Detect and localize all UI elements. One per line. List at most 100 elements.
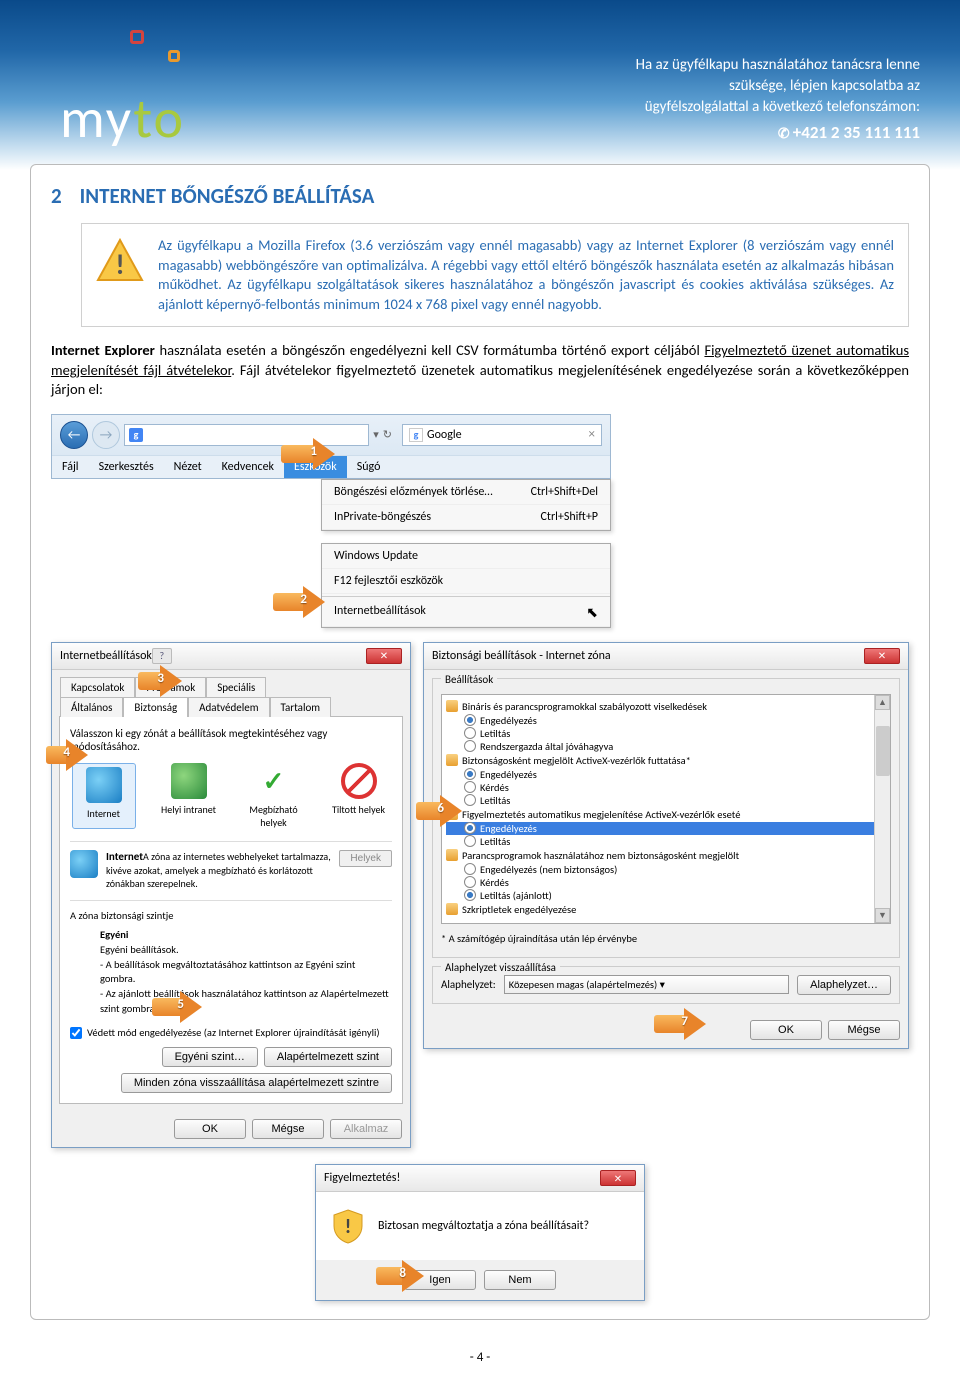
- step-arrow-1: 1: [281, 438, 335, 470]
- help-button[interactable]: ?: [152, 648, 172, 664]
- ok-button[interactable]: OK: [750, 1020, 822, 1040]
- step-arrow-5: 5: [152, 991, 202, 1023]
- reset-label: Alaphelyzet:: [441, 978, 496, 991]
- close-button[interactable]: ✕: [864, 648, 900, 664]
- tab-general[interactable]: Általános: [60, 697, 123, 717]
- menu-file[interactable]: Fájl: [52, 456, 89, 478]
- security-level-desc: Egyéni Egyéni beállítások. - A beállítás…: [100, 928, 392, 1016]
- header-contact: Ha az ügyfélkapu használatához tanácsra …: [636, 55, 920, 145]
- dd-inprivate[interactable]: InPrivate-böngészésCtrl+Shift+P: [322, 505, 610, 530]
- radio-enable-highlighted[interactable]: Engedélyezés: [446, 822, 886, 835]
- restart-note: * A számítógép újraindítása után lép érv…: [441, 932, 891, 945]
- step-arrow-3: 3: [138, 665, 182, 697]
- setting-header: Szkriptletek engedélyezése: [446, 902, 886, 917]
- radio-disable[interactable]: Letiltás: [446, 835, 886, 848]
- warning-text: Az ügyfélkapu a Mozilla Firefox (3.6 ver…: [158, 236, 894, 314]
- tab-advanced[interactable]: Speciális: [206, 677, 266, 697]
- setting-header: Biztonságosként megjelölt ActiveX-vezérl…: [446, 753, 886, 768]
- tab-close-icon[interactable]: ×: [589, 427, 595, 442]
- radio-enable-unsafe[interactable]: Engedélyezés (nem biztonságos): [446, 863, 886, 876]
- tools-dropdown-2: Windows Update F12 fejlesztői eszközök I…: [321, 543, 611, 628]
- menu-edit[interactable]: Szerkesztés: [89, 456, 164, 478]
- svg-text:!: !: [115, 247, 124, 282]
- radio-prompt[interactable]: Kérdés: [446, 781, 886, 794]
- tab-connections[interactable]: Kapcsolatok: [60, 677, 135, 697]
- tab-content[interactable]: Tartalom: [270, 697, 332, 717]
- reset-select[interactable]: Közepesen magas (alapértelmezés) ▾: [504, 975, 789, 994]
- tab-security[interactable]: Biztonság: [123, 697, 188, 717]
- apply-button[interactable]: Alkalmaz: [330, 1119, 402, 1139]
- tab-privacy[interactable]: Adatvédelem: [188, 697, 269, 717]
- back-button[interactable]: ←: [60, 421, 88, 449]
- zone-trusted[interactable]: ✓Megbízható helyek: [242, 763, 306, 829]
- dd-f12[interactable]: F12 fejlesztői eszközök: [322, 569, 610, 594]
- setting-header: Bináris és parancsprogramokkal szabályoz…: [446, 699, 886, 714]
- menu-help[interactable]: Súgó: [347, 456, 391, 478]
- dd-windows-update[interactable]: Windows Update: [322, 544, 610, 569]
- protected-mode-checkbox[interactable]: Védett mód engedélyezése (az Internet Ex…: [70, 1026, 392, 1039]
- settings-listbox[interactable]: Bináris és parancsprogramokkal szabályoz…: [441, 694, 891, 924]
- zone-restricted[interactable]: Tiltott helyek: [327, 763, 391, 829]
- reset-all-zones-button[interactable]: Minden zóna visszaállítása alapértelmeze…: [121, 1073, 392, 1093]
- cancel-button[interactable]: Mégse: [828, 1020, 900, 1040]
- radio-admin[interactable]: Rendszergazda által jóváhagyva: [446, 740, 886, 753]
- zone-intranet[interactable]: Helyi intranet: [157, 763, 221, 829]
- dialog-titlebar: Biztonsági beállítások - Internet zóna ✕: [424, 643, 908, 670]
- zone-description: InternetA zóna az internetes webhelyeket…: [106, 850, 331, 890]
- sites-button[interactable]: Helyek: [339, 850, 392, 867]
- setting-header: Parancsprogramok használatához nem bizto…: [446, 848, 886, 863]
- radio-disable-recommended[interactable]: Letiltás (ajánlott): [446, 889, 886, 902]
- scrollbar[interactable]: ▲ ▼: [874, 695, 890, 923]
- close-button[interactable]: ✕: [366, 648, 402, 664]
- logo-text: myto: [60, 85, 185, 153]
- phone-number: +421 2 35 111 111: [636, 121, 920, 145]
- zone-internet[interactable]: Internet: [72, 763, 136, 829]
- setting-header: Figyelmeztetés automatikus megjelenítése…: [446, 807, 886, 822]
- reset-group: Alaphelyzet visszaállítása Alaphelyzet: …: [432, 966, 900, 1004]
- page-header: myto Ha az ügyfélkapu használatához taná…: [0, 0, 960, 170]
- page-number: - 4 -: [0, 1350, 960, 1375]
- reset-group-label: Alaphelyzet visszaállítása: [441, 961, 560, 974]
- dd-internet-options[interactable]: Internetbeállítások⬉: [322, 599, 610, 627]
- ok-button[interactable]: OK: [174, 1119, 246, 1139]
- content-card: 2INTERNET BŐNGÉSZŐ BEÁLLÍTÁSA ! Az ügyfé…: [30, 164, 930, 1320]
- step-arrow-8: 8: [376, 1260, 424, 1292]
- security-settings-dialog: Biztonsági beállítások - Internet zóna ✕…: [423, 642, 909, 1049]
- reset-button[interactable]: Alaphelyzet…: [797, 975, 891, 995]
- browser-tab[interactable]: gGoogle×: [402, 424, 602, 446]
- step-arrow-2: 2: [273, 586, 325, 618]
- no-button[interactable]: Nem: [484, 1270, 556, 1290]
- radio-disable[interactable]: Letiltás: [446, 794, 886, 807]
- body-paragraph: Internet Explorer használata esetén a bö…: [51, 341, 909, 400]
- tab-strip: Kapcsolatok Programok Speciális Általáno…: [52, 670, 410, 716]
- tools-dropdown: Böngészési előzmények törlése…Ctrl+Shift…: [321, 479, 611, 531]
- radio-enable[interactable]: Engedélyezés: [446, 768, 886, 781]
- radio-prompt[interactable]: Kérdés: [446, 876, 886, 889]
- step-arrow-4: 4: [46, 739, 88, 771]
- forward-button[interactable]: →: [92, 421, 120, 449]
- close-button[interactable]: ✕: [600, 1170, 636, 1186]
- dialog-titlebar: Figyelmeztetés! ✕: [316, 1165, 644, 1192]
- menu-view[interactable]: Nézet: [164, 456, 212, 478]
- logo-dot-red: [130, 30, 144, 44]
- confirm-dialog: Figyelmeztetés! ✕ ! Biztosan megváltozta…: [315, 1164, 645, 1301]
- cancel-button[interactable]: Mégse: [252, 1119, 324, 1139]
- default-level-button[interactable]: Alapértelmezett szint: [264, 1047, 392, 1067]
- section-title: 2INTERNET BŐNGÉSZŐ BEÁLLÍTÁSA: [51, 183, 909, 209]
- settings-group-label: Beállítások: [441, 673, 497, 686]
- radio-enable[interactable]: Engedélyezés: [446, 714, 886, 727]
- warning-box: ! Az ügyfélkapu a Mozilla Firefox (3.6 v…: [81, 223, 909, 327]
- dd-clear-history[interactable]: Böngészési előzmények törlése…Ctrl+Shift…: [322, 480, 610, 505]
- menu-favorites[interactable]: Kedvencek: [212, 456, 284, 478]
- dialog-titlebar: Internetbeállítások ? ✕: [52, 643, 410, 670]
- security-level-label: A zóna biztonsági szintje: [70, 909, 392, 922]
- shield-icon: !: [332, 1208, 364, 1244]
- logo-dot-orange: [168, 50, 180, 62]
- svg-text:!: !: [345, 1215, 352, 1239]
- radio-disable[interactable]: Letiltás: [446, 727, 886, 740]
- custom-level-button[interactable]: Egyéni szint…: [162, 1047, 258, 1067]
- warning-icon: !: [96, 236, 144, 284]
- zone-prompt: Válasszon ki egy zónát a beállítások meg…: [70, 727, 392, 753]
- logo: myto: [60, 30, 185, 153]
- step-arrow-7: 7: [654, 1008, 706, 1040]
